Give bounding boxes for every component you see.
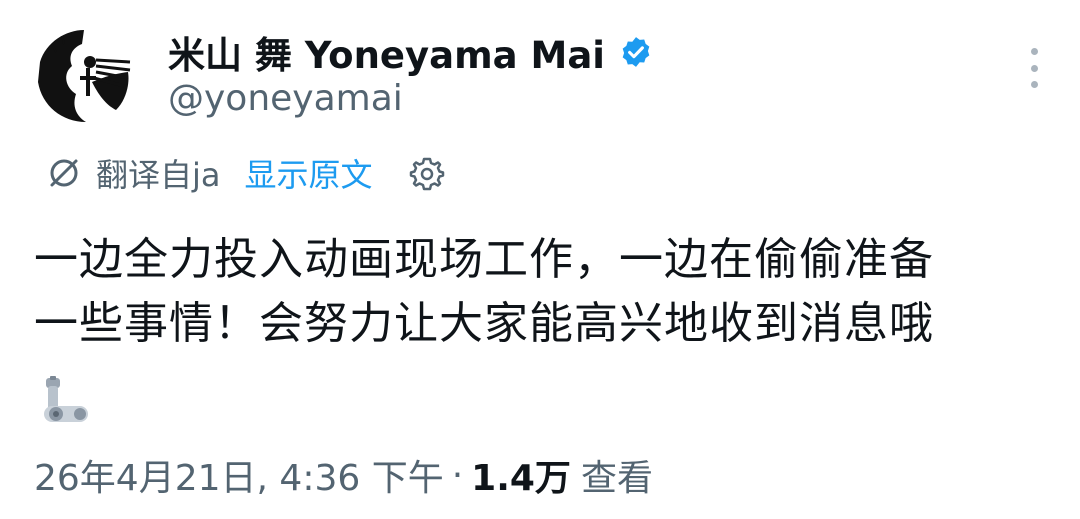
author-name-row: 米山 舞 Yoneyama Mai bbox=[168, 24, 653, 80]
show-original-link[interactable]: 显示原文 bbox=[245, 150, 373, 196]
tweet-meta: 26年4月21日, 4:36 下午 · 1.4万 查看 bbox=[34, 450, 653, 500]
timestamp[interactable]: 26年4月21日, 4:36 下午 bbox=[34, 449, 444, 501]
meta-separator: · bbox=[451, 454, 464, 496]
author-handle[interactable]: @yoneyamai bbox=[168, 78, 403, 119]
avatar-image bbox=[32, 22, 136, 126]
views-label[interactable]: 查看 bbox=[581, 449, 653, 501]
display-name[interactable]: 米山 舞 Yoneyama Mai bbox=[168, 25, 605, 79]
translated-from-label: 翻译自ja bbox=[96, 156, 221, 194]
gear-icon[interactable] bbox=[409, 155, 445, 191]
tweet-text-line: 一边全力投入动画现场工作，一边在偷偷准备 bbox=[34, 234, 934, 285]
views-count: 1.4万 bbox=[471, 458, 571, 499]
more-vertical-icon[interactable] bbox=[1024, 48, 1044, 88]
tweet-card: 米山 舞 Yoneyama Mai @yoneyamai 翻译自ja 显示原文 bbox=[0, 0, 1080, 519]
translate-slash-icon bbox=[46, 155, 82, 191]
tweet-text-line: 一些事情！会努力让大家能高兴地收到消息哦 bbox=[34, 298, 934, 349]
mechanical-arm-emoji bbox=[36, 372, 94, 430]
tweet-text: 一边全力投入动画现场工作，一边在偷偷准备 一些事情！会努力让大家能高兴地收到消息… bbox=[34, 228, 1044, 356]
avatar[interactable] bbox=[32, 22, 136, 126]
translation-bar: 翻译自ja 显示原文 bbox=[46, 150, 445, 196]
verified-badge-icon[interactable] bbox=[619, 35, 653, 69]
